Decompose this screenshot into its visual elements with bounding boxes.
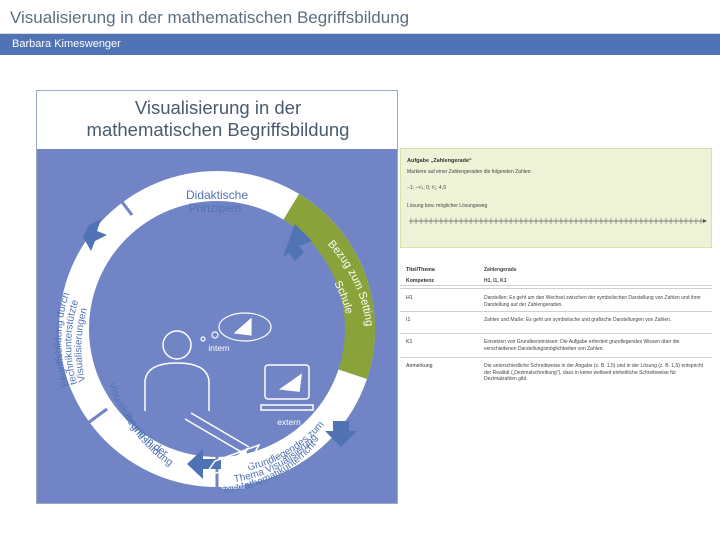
- label-extern-paper: extern: [221, 481, 245, 491]
- row-value: Die unterschiedliche Schreibweise in der…: [484, 363, 704, 382]
- label-intern: intern: [208, 343, 230, 353]
- author-bar: Barbara Kimeswenger: [0, 34, 720, 55]
- row-key: Titel/Thema: [406, 267, 435, 273]
- figure-title-line2: mathematischen Begriffsbildung: [86, 119, 350, 140]
- table-row: Anmerkung Die unterschiedliche Schreibwe…: [400, 360, 712, 388]
- table-row: H1 Darstellen: Es geht um den Wechsel zw…: [400, 292, 712, 312]
- row-key: I1: [406, 317, 411, 323]
- task-instruction: Markiere auf einer Zahlengeraden die fol…: [407, 169, 532, 175]
- task-numbers: −1; −⁵⁄₄; 0; ³⁄₂; 4,9: [407, 185, 446, 191]
- segment-top-line1: Didaktische: [186, 188, 248, 202]
- row-value: H1, I1, K1: [484, 278, 507, 284]
- slide-title: Visualisierung in der mathematischen Beg…: [10, 8, 410, 27]
- table-row: I1 Zahlen und Maße: Es geht um symbolisc…: [400, 314, 712, 334]
- row-value: Zahlen und Maße: Es geht um symbolische …: [484, 317, 672, 323]
- row-value: Einsetzen von Grundkenntnissen: Die Aufg…: [484, 339, 680, 352]
- author-name: Barbara Kimeswenger: [12, 38, 121, 50]
- concept-figure: Visualisierung in der mathematischen Beg…: [36, 90, 398, 504]
- table-row: K1 Einsetzen von Grundkenntnissen: Die A…: [400, 336, 712, 358]
- row-value: Zahlengerade: [484, 267, 517, 273]
- row-value: Darstellen: Es geht um den Wechsel zwisc…: [484, 295, 701, 308]
- number-line: [409, 218, 707, 224]
- row-key: H1: [406, 295, 413, 301]
- label-extern-screen: extern: [277, 417, 301, 427]
- circle-diagram: Didaktische Prinzipien Bezug zum Setting…: [53, 171, 375, 496]
- row-key: K1: [406, 339, 413, 345]
- row-key: Kompetenz: [406, 278, 434, 284]
- task-title: Aufgabe „Zahlengerade“: [407, 158, 472, 164]
- figure-title-line1: Visualisierung in der: [134, 97, 302, 118]
- figure-title: Visualisierung in der mathematischen Beg…: [37, 97, 399, 141]
- title-bar: Visualisierung in der mathematischen Beg…: [0, 0, 720, 34]
- row-key: Anmerkung: [406, 363, 433, 369]
- table-row: Kompetenz H1, I1, K1: [400, 275, 712, 289]
- svg-text:Prinzipien: Prinzipien: [189, 201, 242, 215]
- task-panel: Aufgabe „Zahlengerade“ Markiere auf eine…: [400, 148, 712, 382]
- svg-text:Didaktische: Didaktische: [186, 188, 248, 202]
- segment-top-line2: Prinzipien: [189, 201, 242, 215]
- task-solution-label: Lösung bzw. möglicher Lösungsweg: [407, 203, 488, 209]
- slide: Visualisierung in der mathematischen Beg…: [0, 0, 720, 540]
- task-box: Aufgabe „Zahlengerade“ Markiere auf eine…: [400, 148, 712, 248]
